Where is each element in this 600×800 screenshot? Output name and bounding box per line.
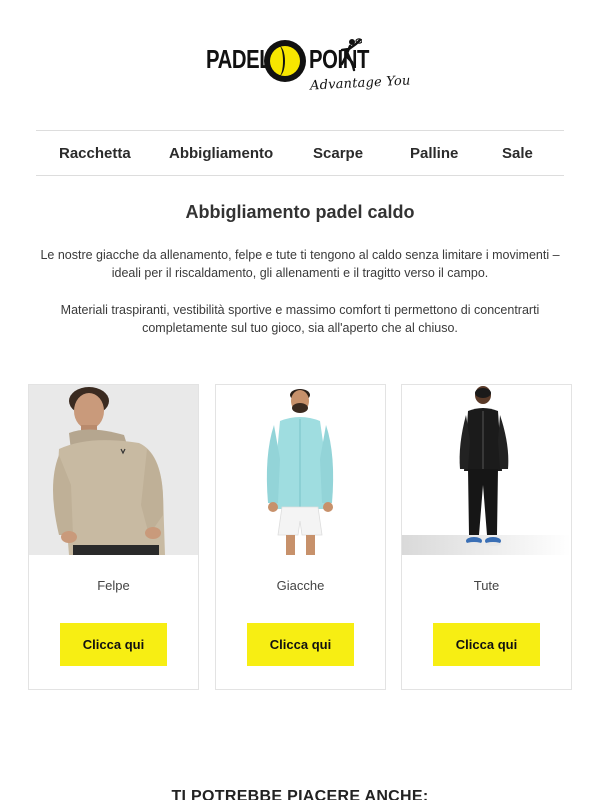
brand-tagline: Advantage You [309, 73, 411, 94]
felpe-cta-button[interactable]: Clicca qui [60, 623, 167, 666]
logo-text-left: PADEL [206, 44, 272, 74]
product-label: Felpe [97, 578, 130, 593]
nav-item-abbigliamento[interactable]: Abbigliamento [169, 131, 273, 177]
tute-cta-button[interactable]: Clicca qui [433, 623, 540, 666]
tracksuit-model-photo[interactable] [402, 385, 571, 555]
brand-logo[interactable]: PADEL POINT Advantage You [0, 36, 600, 100]
jacket-model-photo[interactable] [216, 385, 385, 555]
materials-paragraph: Materiali traspiranti, vestibilità sport… [60, 303, 540, 335]
player-silhouette-icon [340, 38, 362, 72]
nav-item-racchetta[interactable]: Racchetta [59, 131, 131, 177]
hoodie-model-photo[interactable] [29, 385, 198, 555]
recommend-title: TI POTREBBE PIACERE ANCHE: [171, 788, 429, 800]
nav-item-scarpe[interactable]: Scarpe [313, 131, 363, 177]
product-card-felpe: Felpe Clicca qui [28, 384, 199, 690]
nav-item-sale[interactable]: Sale [502, 131, 533, 177]
padel-ball-icon [264, 40, 306, 82]
giacche-cta-button[interactable]: Clicca qui [247, 623, 354, 666]
section-title: Abbigliamento padel caldo [185, 202, 415, 222]
nav-item-palline[interactable]: Palline [410, 131, 458, 177]
product-card-tute: Tute Clicca qui [401, 384, 572, 690]
intro-paragraph: Le nostre giacche da allenamento, felpe … [40, 248, 560, 280]
product-label: Tute [473, 578, 500, 593]
product-label: Giacche [276, 578, 325, 593]
product-card-giacche: Giacche Clicca qui [215, 384, 386, 690]
category-nav: Racchetta Abbigliamento Scarpe Palline S… [36, 130, 564, 176]
